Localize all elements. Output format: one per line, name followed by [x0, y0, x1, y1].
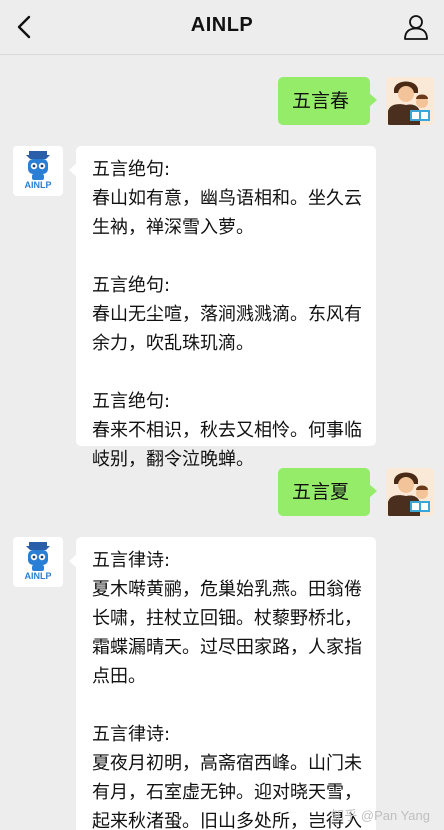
bot-message-bubble[interactable]: 五言绝句: 春山如有意，幽鸟语相和。坐久云生衲，禅深雪入萝。 五言绝句: 春山无…	[69, 146, 376, 470]
poem-text: 夏夜月初明，高斋宿西峰。山门未有月，石室虚无钟。迎对晓天雪，起来秋渚蛩。旧山多处…	[92, 753, 362, 830]
bot-avatar[interactable]: AINLP	[13, 537, 63, 587]
user-message-bubble[interactable]: 五言春	[278, 77, 377, 125]
poem-block: 五言绝句: 春山如有意，幽鸟语相和。坐久云生衲，禅深雪入萝。	[92, 155, 362, 242]
bot-message-bubble[interactable]: 五言律诗: 夏木啭黄鹂，危巢始乳燕。田翁倦长啸，拄杖立回钿。杖藜野桥北，霜蝶漏晴…	[69, 537, 376, 830]
poem-block: 五言律诗: 夏木啭黄鹂，危巢始乳燕。田翁倦长啸，拄杖立回钿。杖藜野桥北，霜蝶漏晴…	[92, 546, 362, 691]
poem-block: 五言绝句: 春山无尘喧，落涧溅溅滴。东风有余力，吹乱珠玑滴。	[92, 271, 362, 358]
poem-text: 春山无尘喧，落涧溅溅滴。东风有余力，吹乱珠玑滴。	[92, 304, 362, 354]
bot-name-label: AINLP	[24, 571, 52, 581]
bot-name-label: AINLP	[24, 180, 52, 190]
chat-title: AINLP	[190, 14, 254, 36]
poem-text: 春山如有意，幽鸟语相和。坐久云生衲，禅深雪入萝。	[92, 188, 362, 238]
poem-label: 五言绝句:	[92, 159, 171, 180]
poem-block: 五言绝句: 春来不相识，秋去又相怜。何事临岐别，翻令泣晚蝉。	[92, 387, 362, 474]
watermark: 知乎 @Pan Yang	[331, 808, 430, 823]
poem-block: 五言律诗: 夏夜月初明，高斋宿西峰。山门未有月，石室虚无钟。迎对晓天雪，起来秋渚…	[92, 720, 362, 830]
user-message-text: 五言夏	[292, 481, 350, 503]
top-bar: AINLP	[0, 0, 444, 55]
poem-text: 夏木啭黄鹂，危巢始乳燕。田翁倦长啸，拄杖立回钿。杖藜野桥北，霜蝶漏晴天。过尽田家…	[92, 579, 362, 687]
bot-avatar[interactable]: AINLP	[13, 146, 63, 196]
message-list[interactable]: 五言春 AINLP 五言绝句: 春山如有意，幽鸟语相和。坐久云生衲，禅深雪入萝。…	[0, 55, 444, 830]
poem-label: 五言绝句:	[92, 391, 171, 412]
poem-label: 五言律诗:	[92, 550, 171, 571]
user-message-bubble[interactable]: 五言夏	[278, 468, 377, 516]
person-icon[interactable]	[402, 13, 430, 41]
poem-label: 五言律诗:	[92, 724, 171, 745]
poem-label: 五言绝句:	[92, 275, 171, 296]
user-message-text: 五言春	[292, 90, 350, 112]
poem-text: 春来不相识，秋去又相怜。何事临岐别，翻令泣晚蝉。	[92, 420, 362, 470]
parent-child-reading-icon	[386, 468, 434, 516]
parent-child-reading-icon	[386, 77, 434, 125]
user-avatar[interactable]	[386, 77, 434, 125]
user-avatar[interactable]	[386, 468, 434, 516]
